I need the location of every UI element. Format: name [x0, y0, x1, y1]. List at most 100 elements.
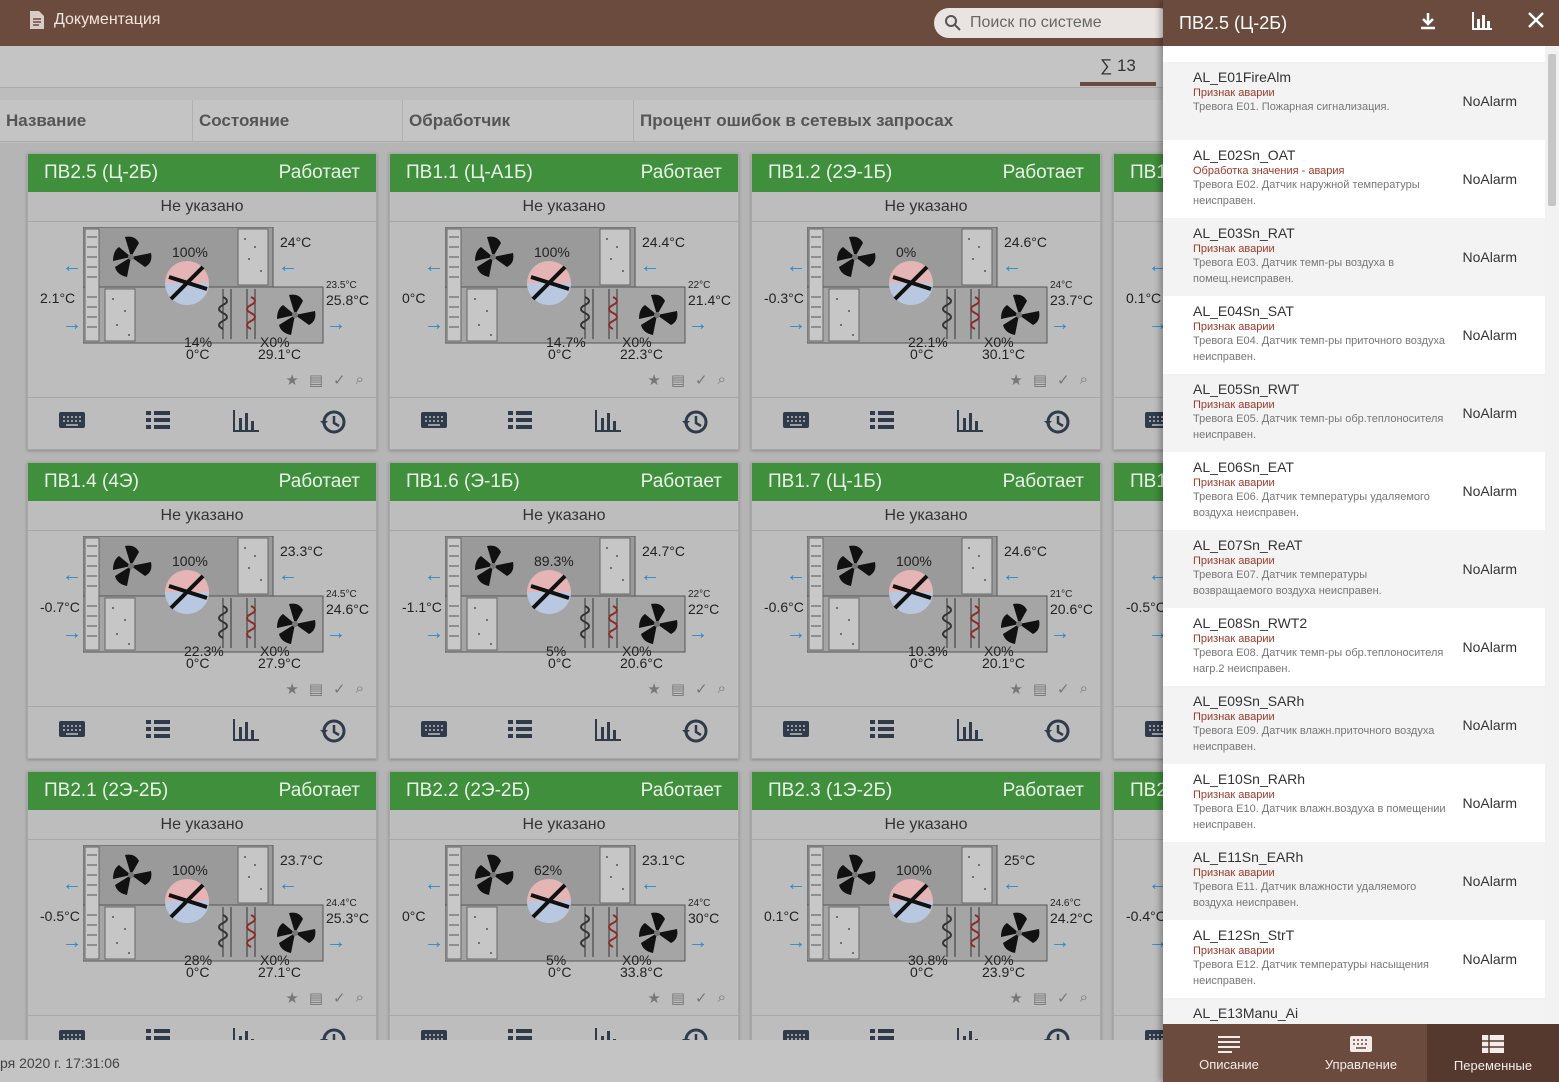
variable-row[interactable]: AL_E06Sn_EAT Признак аварии Тревога E06.…	[1163, 452, 1545, 530]
list-card-icon[interactable]: ▤	[1033, 680, 1047, 698]
unit-card[interactable]: ПВ1 ← → ← → -0.5°C	[1113, 462, 1163, 759]
keyboard-icon[interactable]	[420, 409, 448, 437]
unit-card[interactable]: ПВ2.2 (2Э-2Б) Работает Не указано ← → ← …	[389, 771, 739, 1040]
unit-card[interactable]: ПВ1.1 (Ц-А1Б) Работает Не указано ← → ← …	[389, 153, 739, 450]
list-icon[interactable]	[145, 718, 173, 746]
zoom-icon[interactable]: ⌕	[1080, 989, 1088, 1007]
list-icon[interactable]	[507, 409, 535, 437]
chart-icon[interactable]	[956, 1027, 984, 1040]
list-icon[interactable]	[507, 1027, 535, 1041]
keyboard-icon[interactable]	[58, 409, 86, 437]
chart-icon[interactable]	[956, 409, 984, 437]
unit-card[interactable]: ПВ1.7 (Ц-1Б) Работает Не указано ← → ← →…	[751, 462, 1101, 759]
variable-row[interactable]: AL_E11Sn_EARh Признак аварии Тревога E11…	[1163, 842, 1545, 920]
column-handler[interactable]: Обработчик	[403, 100, 634, 141]
list-icon[interactable]	[145, 1027, 173, 1041]
unit-card[interactable]: ПВ2.5 (Ц-2Б) Работает Не указано ← → ← →…	[27, 153, 377, 450]
check-icon[interactable]: ✓	[1057, 680, 1070, 698]
list-icon[interactable]	[869, 409, 897, 437]
card-header[interactable]: ПВ1.7 (Ц-1Б) Работает	[752, 463, 1100, 501]
variable-row[interactable]: AL_E07Sn_ReAT Признак аварии Тревога E07…	[1163, 530, 1545, 608]
keyboard-icon[interactable]	[782, 409, 810, 437]
card-header[interactable]: ПВ2.1 (2Э-2Б) Работает	[28, 772, 376, 810]
card-header[interactable]: ПВ2	[1114, 772, 1163, 810]
list-card-icon[interactable]: ▤	[309, 371, 323, 389]
documentation-link[interactable]: Документация	[28, 10, 160, 30]
variable-row[interactable]: AL_E05Sn_RWT Признак аварии Тревога E05.…	[1163, 374, 1545, 452]
search-box[interactable]	[934, 8, 1174, 38]
tab-variables[interactable]: Переменные	[1427, 1024, 1559, 1082]
chart-icon[interactable]	[232, 409, 260, 437]
chart-icon[interactable]	[232, 718, 260, 746]
star-icon[interactable]: ★	[1009, 371, 1022, 389]
chart-icon[interactable]	[594, 718, 622, 746]
list-card-icon[interactable]: ▤	[1033, 989, 1047, 1007]
check-icon[interactable]: ✓	[695, 989, 708, 1007]
keyboard-icon[interactable]	[1144, 1027, 1163, 1040]
search-input[interactable]	[970, 14, 1160, 32]
keyboard-icon[interactable]	[58, 1027, 86, 1040]
star-icon[interactable]: ★	[647, 680, 660, 698]
keyboard-icon[interactable]	[420, 718, 448, 746]
check-icon[interactable]: ✓	[695, 680, 708, 698]
variable-row[interactable]: AL_E09Sn_SARh Признак аварии Тревога E09…	[1163, 686, 1545, 764]
zoom-icon[interactable]: ⌕	[1080, 371, 1088, 389]
tab-control[interactable]: Управление	[1295, 1024, 1427, 1082]
variable-row[interactable]: AL_E08Sn_RWT2 Признак аварии Тревога E08…	[1163, 608, 1545, 686]
star-icon[interactable]: ★	[647, 989, 660, 1007]
zoom-icon[interactable]: ⌕	[356, 989, 364, 1007]
keyboard-icon[interactable]	[1144, 718, 1163, 746]
chart-icon[interactable]	[1471, 11, 1493, 31]
chart-icon[interactable]	[594, 409, 622, 437]
zoom-icon[interactable]: ⌕	[718, 680, 726, 698]
variable-row[interactable]: AL_E02Sn_OAT Обработка значения - авария…	[1163, 140, 1545, 218]
variable-row[interactable]: AL_E12Sn_StrT Признак аварии Тревога E12…	[1163, 920, 1545, 998]
column-name[interactable]: Название	[0, 100, 193, 141]
history-icon[interactable]	[681, 718, 709, 746]
history-icon[interactable]	[319, 409, 347, 437]
column-error-percent[interactable]: Процент ошибок в сетевых запросах	[634, 100, 1163, 141]
star-icon[interactable]: ★	[647, 371, 660, 389]
star-icon[interactable]: ★	[285, 680, 298, 698]
list-icon[interactable]	[507, 718, 535, 746]
history-icon[interactable]	[1043, 409, 1071, 437]
card-header[interactable]: ПВ2.2 (2Э-2Б) Работает	[390, 772, 738, 810]
check-icon[interactable]: ✓	[333, 989, 346, 1007]
chart-icon[interactable]	[232, 1027, 260, 1040]
zoom-icon[interactable]: ⌕	[356, 371, 364, 389]
column-state[interactable]: Состояние	[193, 100, 403, 141]
card-header[interactable]: ПВ1	[1114, 463, 1163, 501]
check-icon[interactable]: ✓	[695, 371, 708, 389]
card-header[interactable]: ПВ2.3 (1Э-2Б) Работает	[752, 772, 1100, 810]
card-header[interactable]: ПВ2.5 (Ц-2Б) Работает	[28, 154, 376, 192]
check-icon[interactable]: ✓	[333, 680, 346, 698]
unit-card[interactable]: ПВ1.2 (2Э-1Б) Работает Не указано ← → ← …	[751, 153, 1101, 450]
list-icon[interactable]	[869, 718, 897, 746]
history-icon[interactable]	[681, 1027, 709, 1040]
keyboard-icon[interactable]	[782, 718, 810, 746]
keyboard-icon[interactable]	[420, 1027, 448, 1040]
unit-card[interactable]: ПВ2 ← → ← → -0.4°C	[1113, 771, 1163, 1040]
scrollbar[interactable]	[1545, 46, 1559, 1024]
zoom-icon[interactable]: ⌕	[718, 371, 726, 389]
list-card-icon[interactable]: ▤	[309, 989, 323, 1007]
variable-row[interactable]: AL_E04Sn_SAT Признак аварии Тревога E04.…	[1163, 296, 1545, 374]
card-header[interactable]: ПВ1.1 (Ц-А1Б) Работает	[390, 154, 738, 192]
close-icon[interactable]	[1527, 11, 1545, 29]
list-card-icon[interactable]: ▤	[671, 989, 685, 1007]
tab-description[interactable]: Описание	[1163, 1024, 1295, 1082]
zoom-icon[interactable]: ⌕	[356, 680, 364, 698]
variable-row[interactable]: AL_E03Sn_RAT Признак аварии Тревога E03.…	[1163, 218, 1545, 296]
list-card-icon[interactable]: ▤	[309, 680, 323, 698]
star-icon[interactable]: ★	[285, 371, 298, 389]
star-icon[interactable]: ★	[1009, 680, 1022, 698]
unit-card[interactable]: ПВ1.4 (4Э) Работает Не указано ← → ← → -…	[27, 462, 377, 759]
download-icon[interactable]	[1419, 11, 1437, 31]
variable-row[interactable]: AL_E01FireAlm Признак аварии Тревога E01…	[1163, 62, 1545, 140]
zoom-icon[interactable]: ⌕	[718, 989, 726, 1007]
star-icon[interactable]: ★	[1009, 989, 1022, 1007]
check-icon[interactable]: ✓	[1057, 371, 1070, 389]
list-card-icon[interactable]: ▤	[1033, 371, 1047, 389]
keyboard-icon[interactable]	[782, 1027, 810, 1040]
chart-icon[interactable]	[956, 718, 984, 746]
